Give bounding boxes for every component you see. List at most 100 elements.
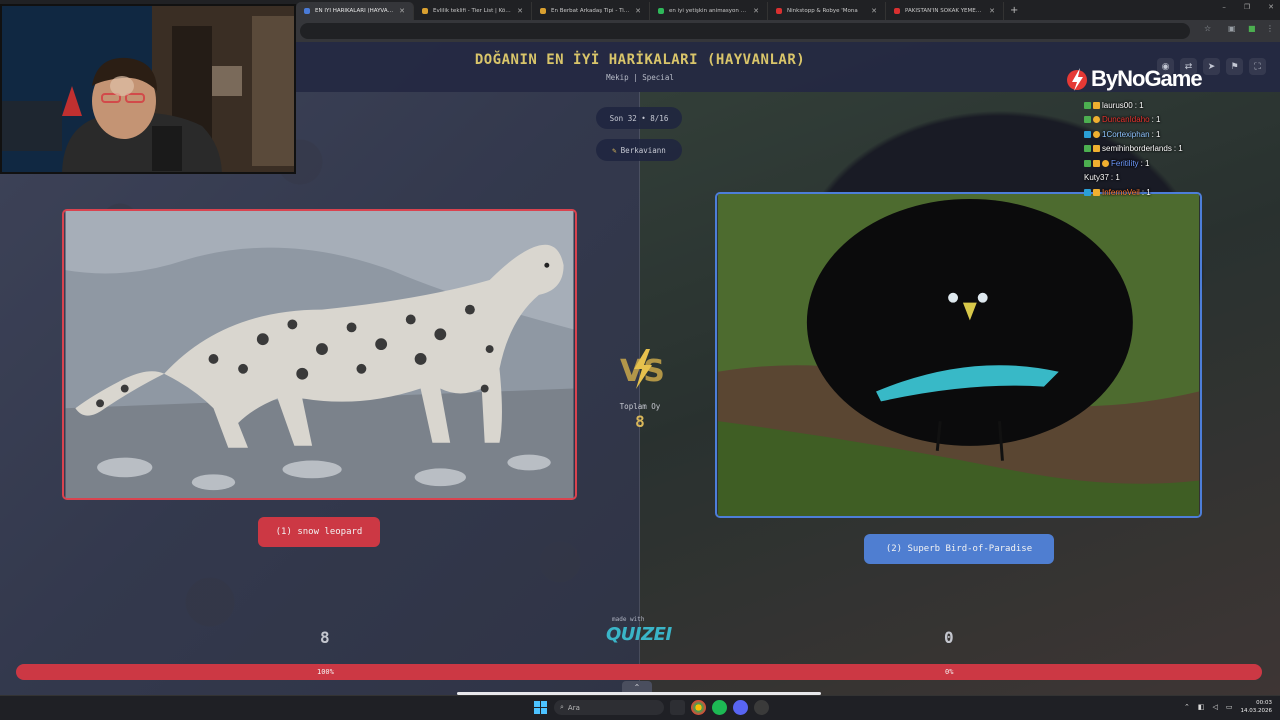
user-icon: ✎ xyxy=(612,145,617,155)
chat-line: semihinborderlands : 1 xyxy=(1084,142,1280,157)
right-percent: 0% xyxy=(945,668,954,676)
network-icon[interactable]: ◧ xyxy=(1198,703,1205,711)
chat-badge-icon xyxy=(1084,188,1091,196)
browser-tab[interactable]: Ninkstopp & Robye 'Mona ✕ xyxy=(768,2,886,20)
extensions-icon[interactable]: ▣ xyxy=(1228,24,1236,33)
extension-icon[interactable]: ■ xyxy=(1248,24,1256,33)
spotify-icon[interactable] xyxy=(712,700,727,715)
minimize-button[interactable]: – xyxy=(1222,3,1226,11)
bynogame-logo-text: ByNoGame xyxy=(1091,66,1203,91)
browser-tab[interactable]: EN İYİ HARİKALARI (HAYVANLAR) ✕ xyxy=(296,2,414,20)
stream-chat: laurus00 : 1 DuncanIdaho : 1 1Cortexipha… xyxy=(1084,98,1280,200)
bird-of-paradise-image xyxy=(717,194,1200,516)
fullscreen-icon[interactable]: ⛶ xyxy=(1249,58,1266,75)
clock-time: 00:03 xyxy=(1256,700,1272,706)
clock-date: 14.03.2026 xyxy=(1240,708,1273,714)
close-window-button[interactable]: ✕ xyxy=(1268,3,1274,11)
chat-message: : 1 xyxy=(1140,158,1150,168)
quizei-logo: QUIZEI xyxy=(606,624,672,645)
bynogame-logo: ByNoGame xyxy=(1066,66,1203,92)
vote-progress-bar: 100% 0% xyxy=(16,664,1262,680)
chat-line: InfernoVeil : 1 xyxy=(1084,185,1280,200)
left-option-card[interactable] xyxy=(62,209,577,500)
chat-badge-icon xyxy=(1084,145,1091,153)
browser-tab[interactable]: En Berbat Arkadaş Tipi - Tier Li ✕ xyxy=(532,2,650,20)
chat-username: InfernoVeil xyxy=(1102,187,1140,197)
tab-close-icon[interactable]: ✕ xyxy=(635,7,641,15)
browser-tab[interactable]: PAKİSTAN'IN SOKAK YEMEKLE ✕ xyxy=(886,2,1004,20)
chat-message: : 1 xyxy=(1151,115,1161,125)
tab-label: Ninkstopp & Robye 'Mona xyxy=(787,8,858,14)
tab-favicon-icon xyxy=(304,8,310,14)
browser-tab[interactable]: Evlilik teklifi - Tier List | Kör Sıra ✕ xyxy=(414,2,532,20)
chat-badge-icon xyxy=(1084,159,1091,167)
total-votes-label: Toplam Oy xyxy=(619,402,661,411)
taskbar-search[interactable]: ⌕ Ara xyxy=(554,700,664,715)
windows-taskbar: ⌕ Ara ⌃ ◧ ◁ ▭ 00:03 14.03.2026 xyxy=(0,695,1280,720)
tab-close-icon[interactable]: ✕ xyxy=(989,7,995,15)
new-tab-button[interactable]: + xyxy=(1004,5,1024,16)
maximize-button[interactable]: ❐ xyxy=(1244,3,1250,11)
tab-favicon-icon xyxy=(540,8,546,14)
tab-close-icon[interactable]: ✕ xyxy=(399,7,405,15)
chat-line: DuncanIdaho : 1 xyxy=(1084,113,1280,128)
bookmark-star-icon[interactable]: ☆ xyxy=(1204,24,1211,33)
chat-line: Feritility : 1 xyxy=(1084,156,1280,171)
browser-tab[interactable]: en iyi yetişkin animasyon dizisi ✕ xyxy=(650,2,768,20)
volume-icon[interactable]: ◁ xyxy=(1212,703,1217,711)
chat-badge-icon xyxy=(1102,159,1109,167)
tab-label: Evlilik teklifi - Tier List | Kör Sıra xyxy=(433,8,513,14)
chat-username: DuncanIdaho xyxy=(1102,115,1150,125)
chat-badge-icon xyxy=(1084,130,1091,138)
chat-username: Kuty37 xyxy=(1084,173,1109,183)
tab-close-icon[interactable]: ✕ xyxy=(753,7,759,15)
chat-message: : 1 xyxy=(1151,129,1161,139)
chat-username: semihinborderlands xyxy=(1102,144,1172,154)
send-icon[interactable]: ➤ xyxy=(1203,58,1220,75)
url-field[interactable] xyxy=(300,23,1190,39)
chat-username: laurus00 xyxy=(1102,100,1133,110)
made-with-label: made with xyxy=(612,616,645,623)
battery-icon[interactable]: ▭ xyxy=(1226,703,1233,711)
tab-close-icon[interactable]: ✕ xyxy=(871,7,877,15)
right-option-card[interactable] xyxy=(715,192,1202,518)
taskbar-clock[interactable]: 00:03 14.03.2026 xyxy=(1241,699,1273,715)
flag-icon[interactable]: ⚑ xyxy=(1226,58,1243,75)
snow-leopard-image xyxy=(65,211,574,498)
vote-progress-fill xyxy=(16,664,1262,680)
left-option-button[interactable]: (1) snow leopard xyxy=(258,517,380,547)
tab-label: PAKİSTAN'IN SOKAK YEMEKLE xyxy=(905,8,985,14)
chat-badge-icon xyxy=(1084,101,1091,109)
tab-favicon-icon xyxy=(894,8,900,14)
chat-badge-icon xyxy=(1084,116,1091,124)
round-badge: Son 32 • 8/16 xyxy=(596,107,682,129)
chat-badge-icon xyxy=(1093,101,1100,109)
tab-label: en iyi yetişkin animasyon dizisi xyxy=(669,8,749,14)
user-badge: ✎ Berkaviann xyxy=(596,139,682,161)
task-view-icon[interactable] xyxy=(670,700,685,715)
menu-icon[interactable]: ⋮ xyxy=(1266,24,1274,33)
right-score: 0 xyxy=(944,628,954,647)
versus-icon: VS xyxy=(620,349,664,389)
tab-label: EN İYİ HARİKALARI (HAYVANLAR) xyxy=(315,8,395,14)
chat-line: Kuty37 : 1 xyxy=(1084,171,1280,186)
search-placeholder: Ara xyxy=(567,703,580,712)
right-option-button[interactable]: (2) Superb Bird-of-Paradise xyxy=(864,534,1054,564)
chat-username: 1Cortexiphan xyxy=(1102,129,1150,139)
tab-close-icon[interactable]: ✕ xyxy=(517,7,523,15)
tab-favicon-icon xyxy=(658,8,664,14)
round-label: Son 32 • 8/16 xyxy=(609,113,669,123)
chat-badge-icon xyxy=(1093,116,1100,124)
chat-message: : 1 xyxy=(1141,187,1151,197)
windows-start-icon[interactable] xyxy=(533,700,548,715)
bynogame-icon xyxy=(1067,68,1087,91)
chrome-icon[interactable] xyxy=(691,700,706,715)
tab-label: En Berbat Arkadaş Tipi - Tier Li xyxy=(551,8,631,14)
obs-icon[interactable] xyxy=(754,700,769,715)
discord-icon[interactable] xyxy=(733,700,748,715)
chat-message: : 1 xyxy=(1173,144,1183,154)
tray-chevron-icon[interactable]: ⌃ xyxy=(1184,703,1190,711)
chat-badge-icon xyxy=(1093,145,1100,153)
streamer-webcam-image xyxy=(2,6,294,172)
chat-line: 1Cortexiphan : 1 xyxy=(1084,127,1280,142)
